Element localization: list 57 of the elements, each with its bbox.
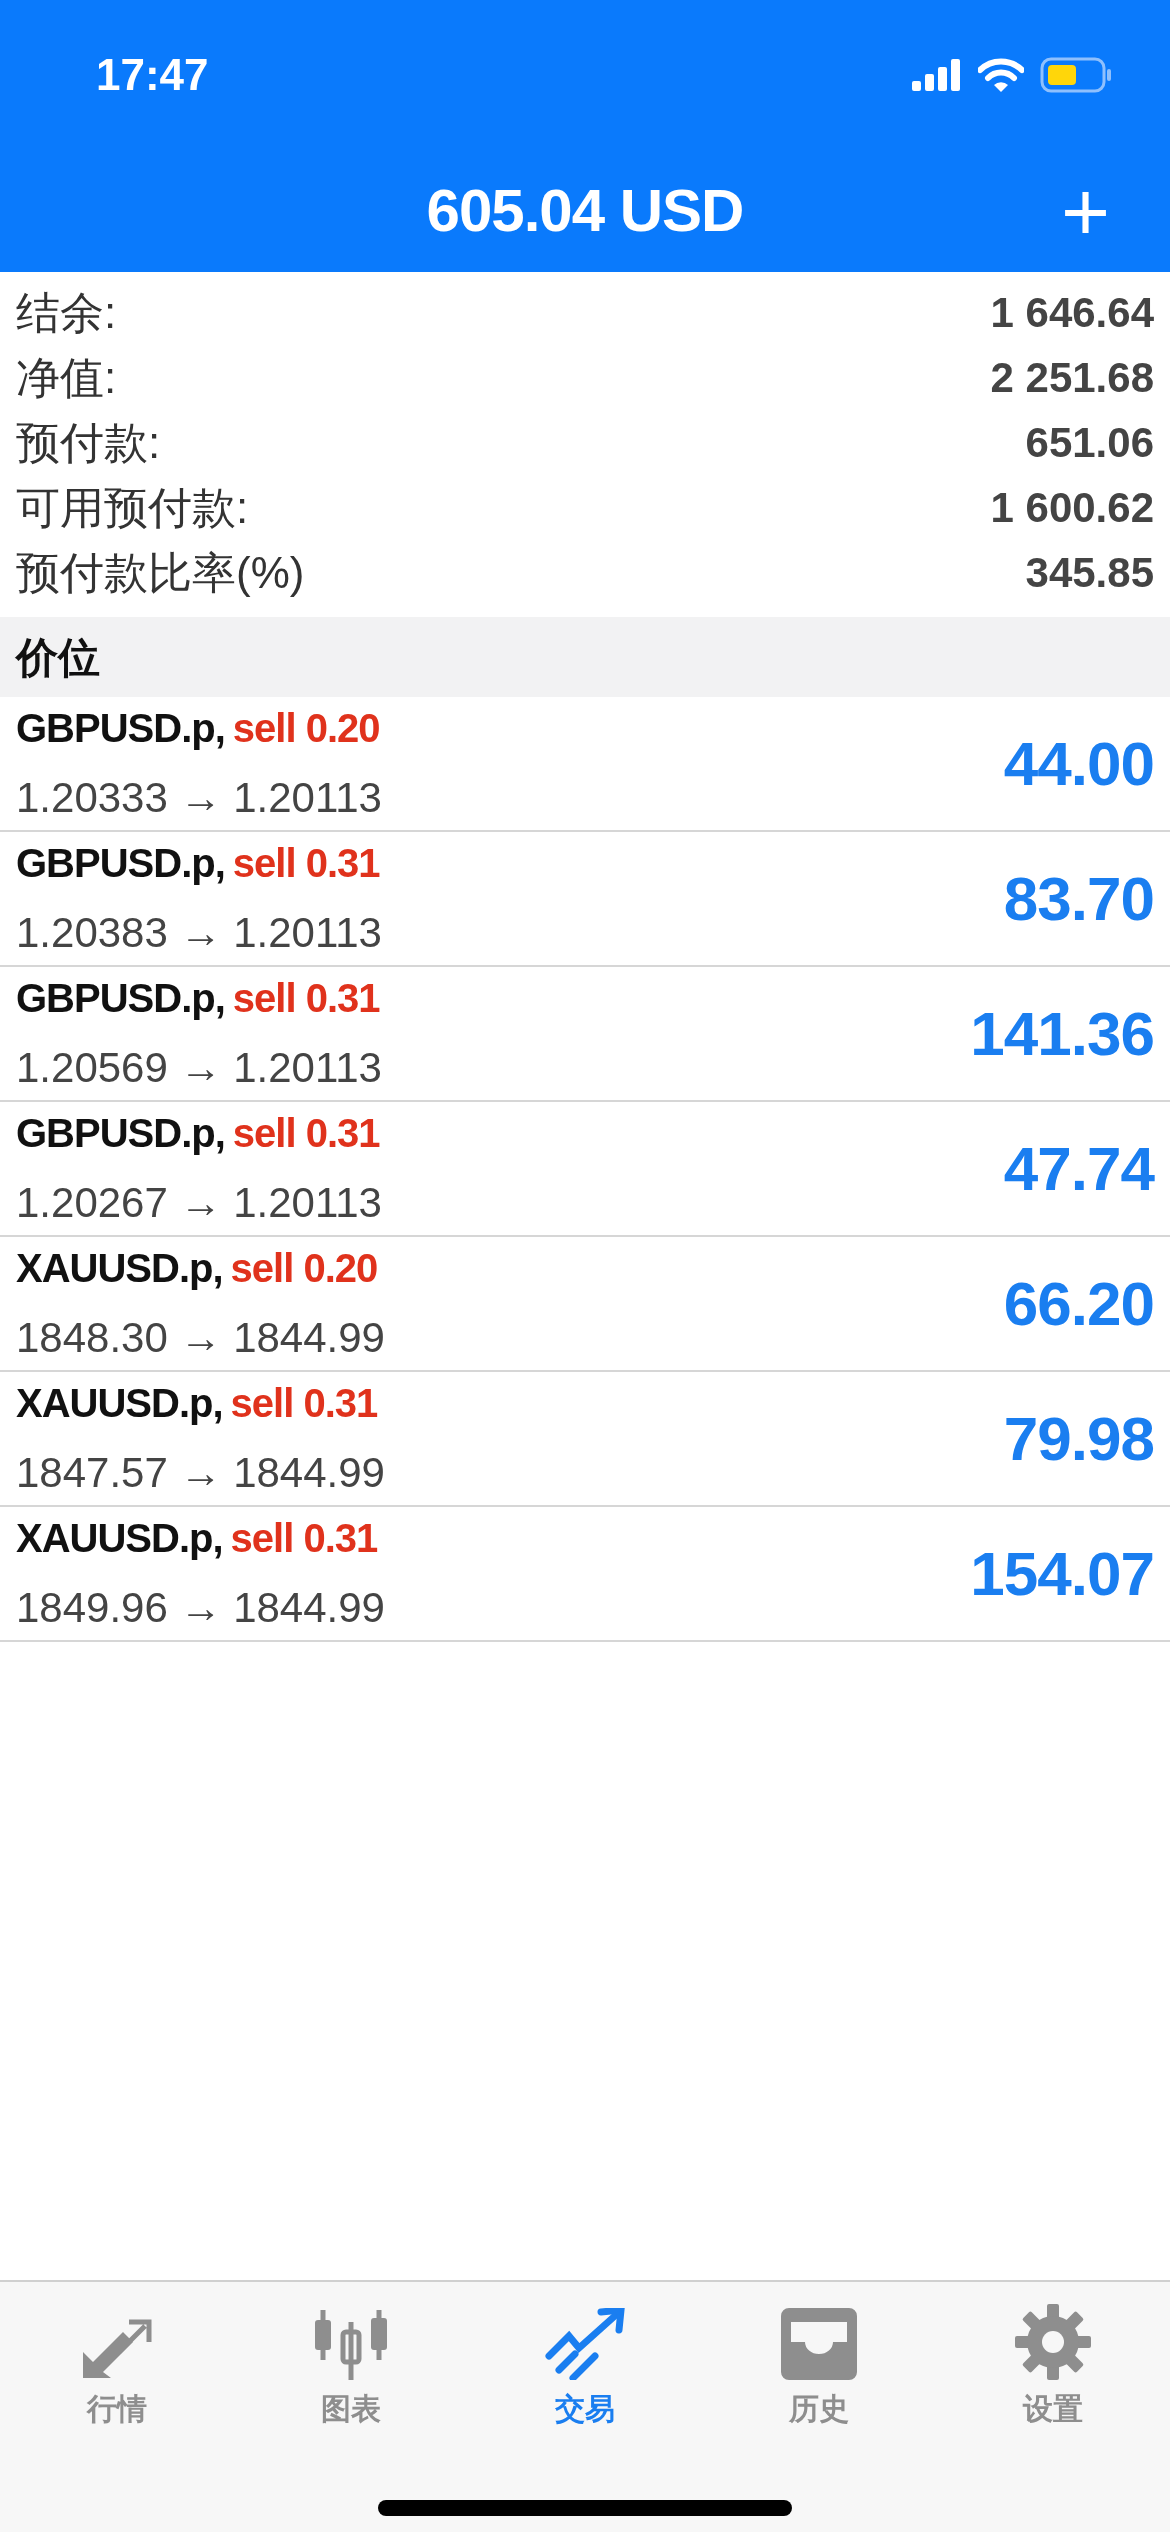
- summary-label: 预付款比率(%): [16, 546, 305, 599]
- trend-arrows-icon: [545, 2308, 625, 2380]
- order-text: sell 0.31: [230, 1515, 378, 1562]
- summary-value: 2 251.68: [990, 353, 1154, 403]
- summary-label: 净值:: [16, 351, 117, 404]
- add-button[interactable]: +: [1052, 169, 1118, 253]
- settings-icon: [1015, 2304, 1091, 2380]
- order-text: sell 0.31: [232, 840, 380, 887]
- position-row[interactable]: XAUUSD.p, sell 0.20 1848.30 → 1844.99 66.20: [0, 1237, 1170, 1372]
- position-row[interactable]: GBPUSD.p, sell 0.31 1.20383 → 1.20113 83.70: [0, 832, 1170, 967]
- order-text: sell 0.31: [230, 1380, 378, 1427]
- summary-value: 1 600.62: [990, 483, 1154, 533]
- position-row[interactable]: XAUUSD.p, sell 0.31 1849.96 → 1844.99 154.07: [0, 1507, 1170, 1642]
- order-text: sell 0.31: [232, 1110, 380, 1157]
- symbol-text: XAUUSD.p,: [16, 1515, 223, 1562]
- section-header: 价位: [0, 617, 1170, 697]
- battery-icon: [1040, 57, 1112, 93]
- symbol-text: GBPUSD.p,: [16, 1110, 225, 1157]
- profit-value: 141.36: [970, 998, 1154, 1070]
- price-text: 1.20267 → 1.20113: [16, 1178, 382, 1228]
- price-text: 1.20383 → 1.20113: [16, 908, 382, 958]
- summary-value: 345.85: [1025, 548, 1154, 598]
- price-text: 1847.57 → 1844.99: [16, 1448, 385, 1498]
- profit-value: 79.98: [1003, 1403, 1154, 1475]
- summary-label: 可用预付款:: [16, 481, 249, 534]
- position-row[interactable]: GBPUSD.p, sell 0.20 1.20333 → 1.20113 44.00: [0, 697, 1170, 832]
- status-time: 17:47: [96, 49, 209, 101]
- profit-value: 44.00: [1003, 728, 1154, 800]
- symbol-text: GBPUSD.p,: [16, 840, 225, 887]
- profit-value: 83.70: [1003, 863, 1154, 935]
- price-text: 1849.96 → 1844.99: [16, 1583, 385, 1633]
- price-text: 1.20569 → 1.20113: [16, 1043, 382, 1093]
- order-text: sell 0.20: [230, 1245, 378, 1292]
- profit-value: 66.20: [1003, 1268, 1154, 1340]
- price-text: 1.20333 → 1.20113: [16, 773, 382, 823]
- summary-value: 1 646.64: [990, 288, 1154, 338]
- symbol-text: GBPUSD.p,: [16, 975, 225, 1022]
- symbol-text: XAUUSD.p,: [16, 1245, 223, 1292]
- profit-value: 47.74: [1003, 1133, 1154, 1205]
- order-text: sell 0.31: [232, 975, 380, 1022]
- price-text: 1848.30 → 1844.99: [16, 1313, 385, 1363]
- signal-icon: [912, 59, 962, 91]
- order-text: sell 0.20: [232, 705, 380, 752]
- wifi-icon: [978, 58, 1024, 92]
- inbox-tray-icon: [781, 2308, 857, 2380]
- symbol-text: XAUUSD.p,: [16, 1380, 223, 1427]
- candlestick-icon: [313, 2308, 389, 2380]
- balance-title: 605.04 USD: [426, 176, 744, 246]
- position-row[interactable]: XAUUSD.p, sell 0.31 1847.57 → 1844.99 79.98: [0, 1372, 1170, 1507]
- summary-label: 结余:: [16, 286, 117, 339]
- profit-value: 154.07: [970, 1538, 1154, 1610]
- position-row[interactable]: GBPUSD.p, sell 0.31 1.20569 → 1.20113 141.36: [0, 967, 1170, 1102]
- summary-value: 651.06: [1025, 418, 1154, 468]
- tab-button[interactable]: 交易: [495, 2300, 675, 2431]
- position-row[interactable]: GBPUSD.p, sell 0.31 1.20267 → 1.20113 47.74: [0, 1102, 1170, 1237]
- symbol-text: GBPUSD.p,: [16, 705, 225, 752]
- summary-label: 预付款:: [16, 416, 161, 469]
